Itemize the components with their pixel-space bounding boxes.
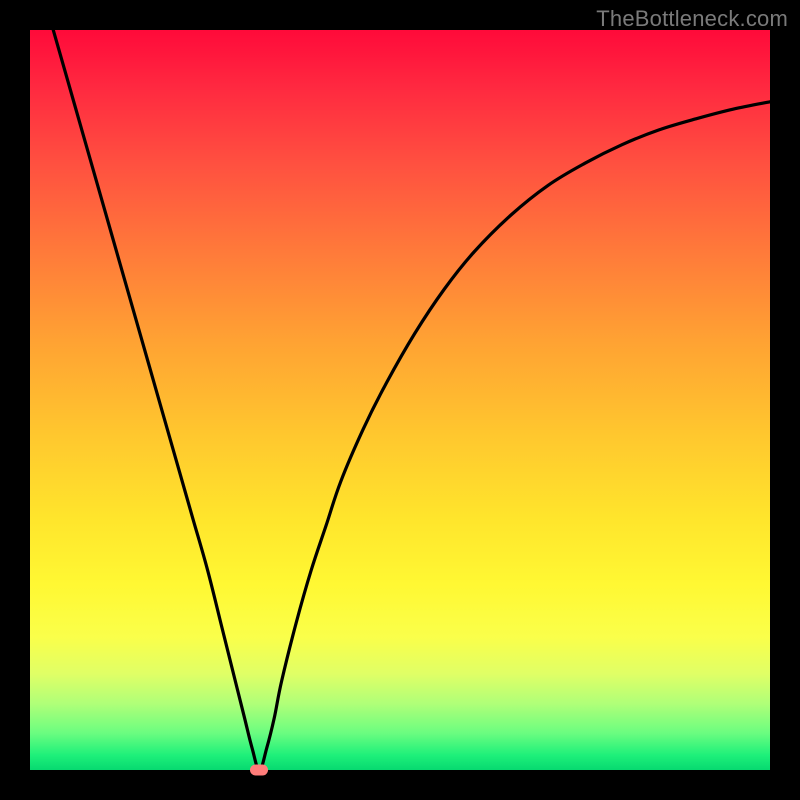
plot-area	[30, 30, 770, 770]
watermark-text: TheBottleneck.com	[596, 6, 788, 32]
chart-frame: TheBottleneck.com	[0, 0, 800, 800]
optimum-marker	[250, 765, 268, 776]
bottleneck-curve	[30, 30, 770, 770]
